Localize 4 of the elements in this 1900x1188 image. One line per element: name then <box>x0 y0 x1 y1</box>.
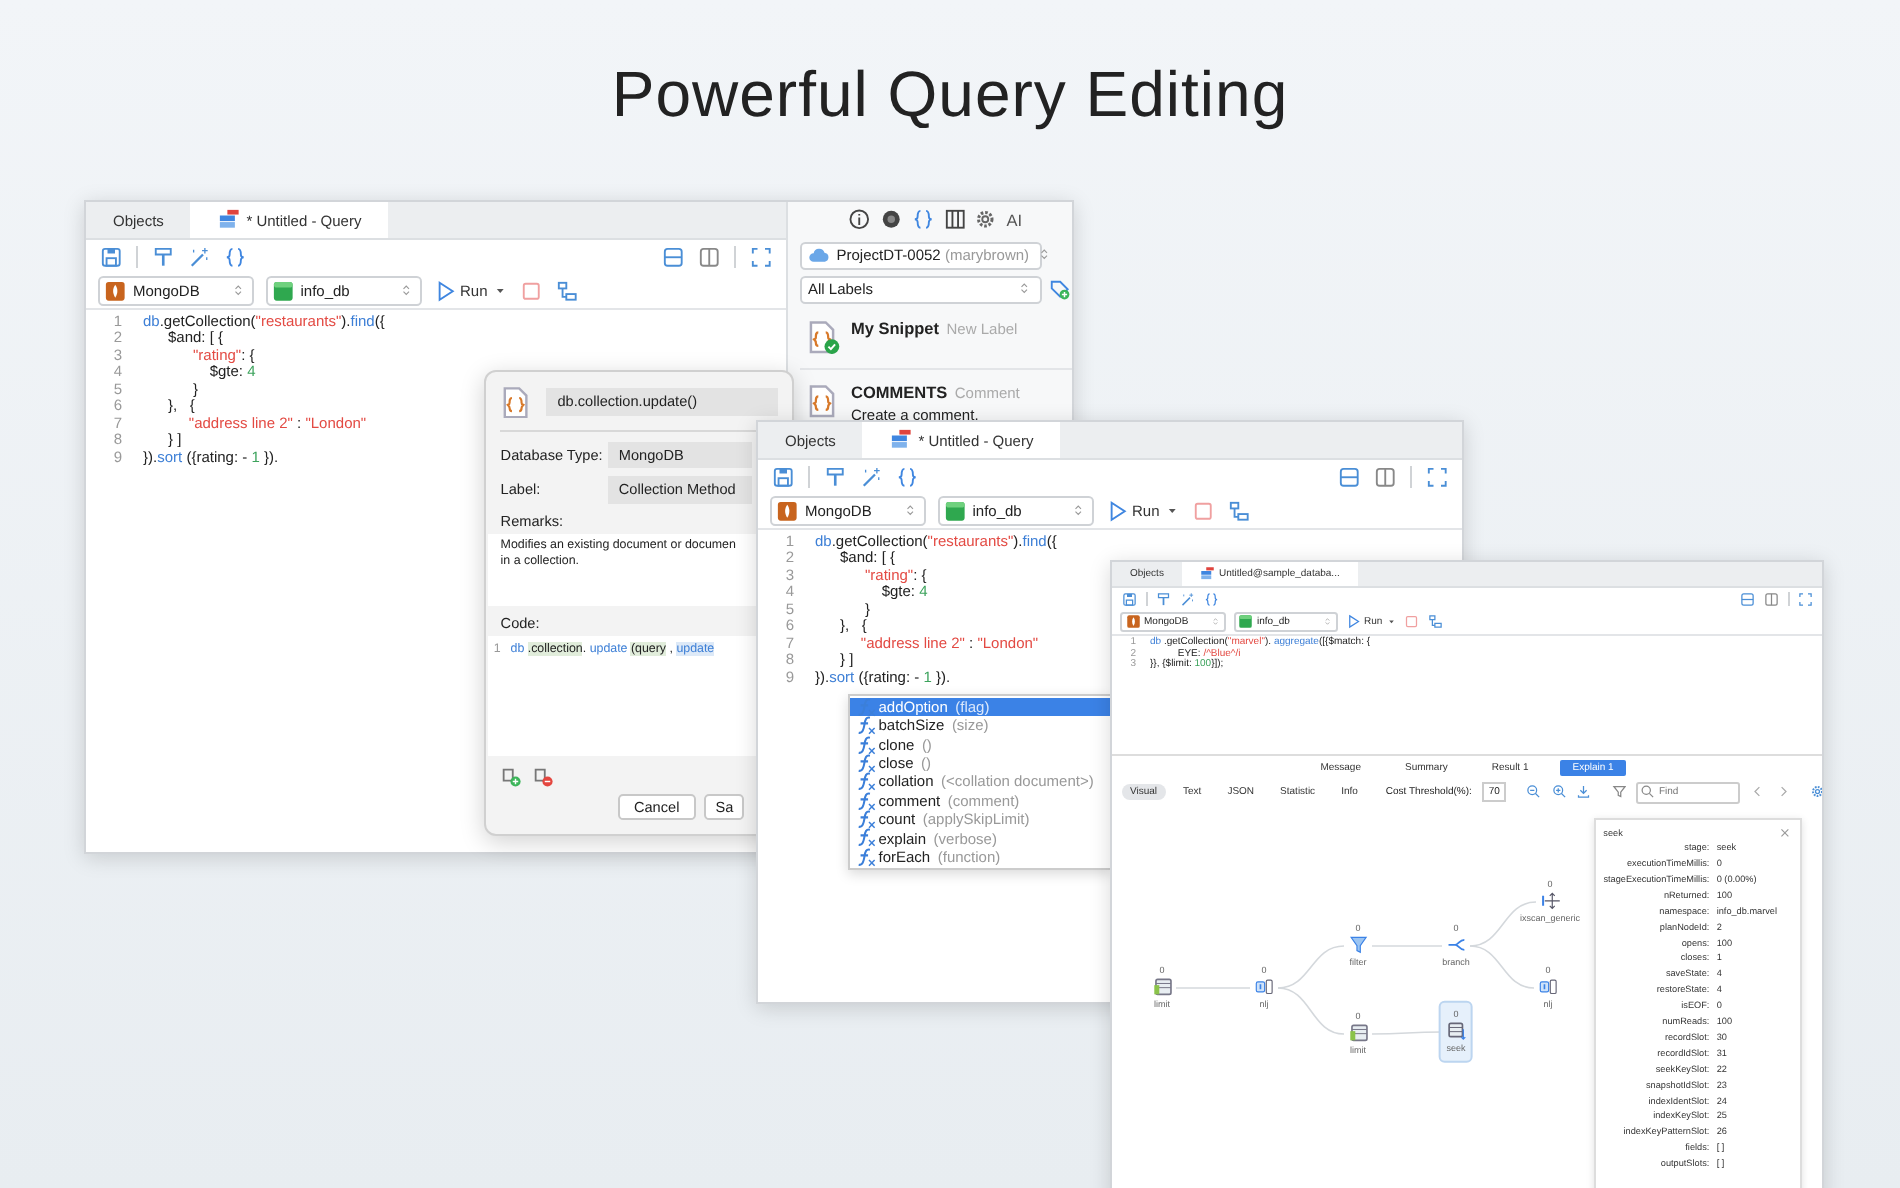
page-heading: Powerful Query Editing <box>611 56 1289 134</box>
ai-button[interactable]: AI <box>1006 211 1023 229</box>
snippet-title[interactable]: COMMENTS <box>851 383 948 401</box>
snippet-title[interactable]: My Snippet <box>851 319 940 338</box>
